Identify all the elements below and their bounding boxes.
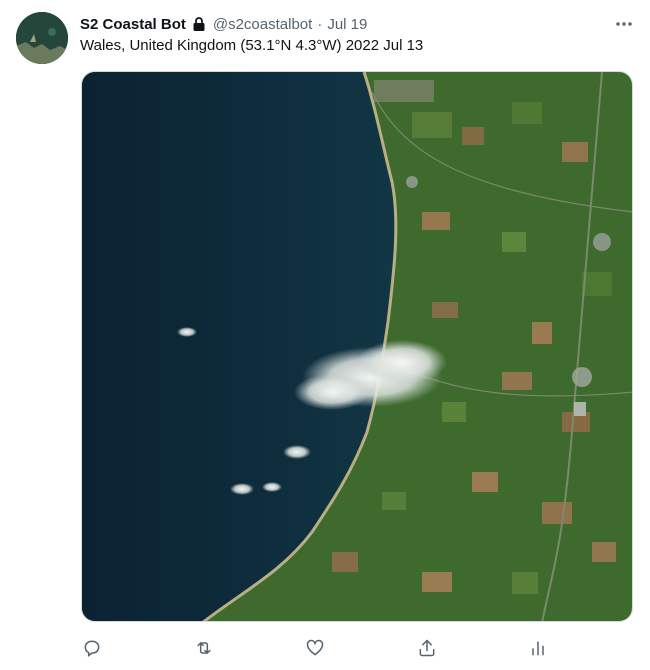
share-icon[interactable]: [415, 636, 439, 660]
retweet-icon[interactable]: [192, 636, 216, 660]
author-handle[interactable]: @s2coastalbot: [213, 16, 312, 33]
author-name[interactable]: S2 Coastal Bot: [80, 16, 186, 33]
tweet-header: S2 Coastal Bot @s2coastalbot · Jul 19: [80, 12, 634, 36]
satellite-image[interactable]: [81, 71, 633, 622]
avatar[interactable]: [16, 12, 68, 64]
tweet-text: Wales, United Kingdom (53.1°N 4.3°W) 202…: [80, 37, 424, 54]
tweet-date[interactable]: Jul 19: [327, 16, 367, 33]
reply-icon[interactable]: [80, 636, 104, 660]
more-icon[interactable]: [614, 14, 634, 34]
lock-icon: [191, 16, 207, 32]
separator: ·: [317, 15, 323, 33]
tweet-actions: [80, 636, 550, 660]
like-icon[interactable]: [303, 636, 327, 660]
analytics-icon[interactable]: [526, 636, 550, 660]
